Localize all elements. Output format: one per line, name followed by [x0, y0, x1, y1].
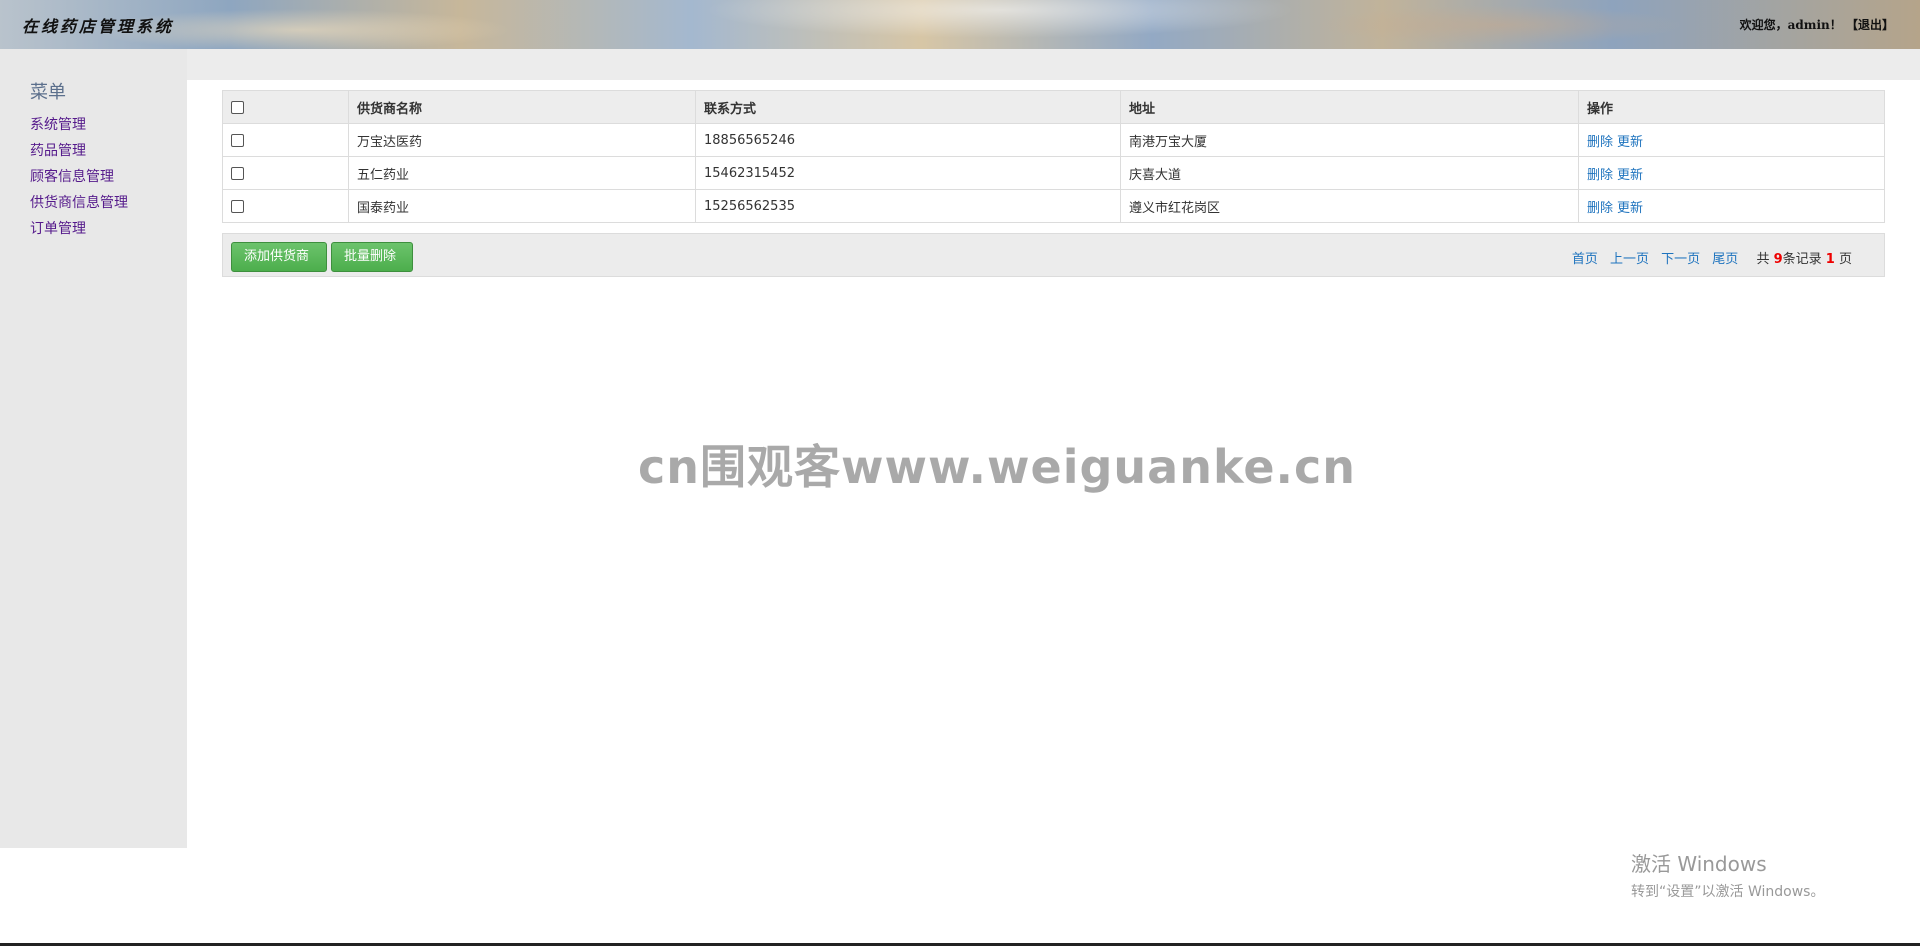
supplier-phone: 15462315452: [695, 156, 1121, 190]
header-contact: 联系方式: [695, 90, 1121, 124]
welcome-area: 欢迎您，admin！ 【退出】: [1740, 16, 1894, 33]
delete-link[interactable]: 删除: [1587, 168, 1613, 183]
supplier-phone: 15256562535: [695, 189, 1121, 223]
sidebar-item-orders[interactable]: 订单管理: [30, 219, 128, 245]
pages-suffix: 页: [1838, 252, 1852, 267]
menu-title: 菜单: [30, 82, 66, 103]
supplier-address: 庆喜大道: [1120, 156, 1579, 190]
row-select-cell: [222, 189, 349, 223]
supplier-name: 五仁药业: [348, 156, 696, 190]
supplier-name: 国泰药业: [348, 189, 696, 223]
row-checkbox[interactable]: [231, 133, 244, 147]
sidebar-item-suppliers[interactable]: 供货商信息管理: [30, 193, 128, 219]
sidebar-menu: 系统管理 药品管理 顾客信息管理 供货商信息管理 订单管理: [30, 115, 128, 245]
welcome-prefix: 欢迎您，: [1739, 18, 1788, 32]
sidebar-item-system[interactable]: 系统管理: [30, 115, 128, 141]
sidebar-item-drugs[interactable]: 药品管理: [30, 141, 128, 167]
supplier-phone: 18856565246: [695, 123, 1121, 157]
supplier-table-container: 供货商名称 联系方式 地址 操作 万宝达医药 18856565246 南港万宝大…: [222, 90, 1885, 223]
pagination: 首页 上一页 下一页 尾页 共 9条记录 1 页: [1564, 248, 1852, 267]
first-page-link[interactable]: 首页: [1572, 252, 1598, 267]
records-suffix: 条记录: [1782, 252, 1822, 267]
supplier-table: 供货商名称 联系方式 地址 操作 万宝达医药 18856565246 南港万宝大…: [222, 90, 1885, 223]
header-banner: 在线药店管理系统 欢迎您，admin！ 【退出】: [0, 0, 1920, 49]
update-link[interactable]: 更新: [1617, 135, 1643, 150]
logout-link[interactable]: 【退出】: [1846, 18, 1894, 32]
site-watermark: cn围观客www.weiguanke.cn: [638, 440, 1357, 494]
supplier-name: 万宝达医药: [348, 123, 696, 157]
supplier-address: 南港万宝大厦: [1120, 123, 1579, 157]
update-link[interactable]: 更新: [1617, 201, 1643, 216]
next-page-link[interactable]: 下一页: [1661, 252, 1700, 267]
table-row: 万宝达医药 18856565246 南港万宝大厦 删除 更新: [222, 123, 1885, 157]
header-supplier-name: 供货商名称: [348, 90, 696, 124]
row-select-cell: [222, 123, 349, 157]
table-row: 五仁药业 15462315452 庆喜大道 删除 更新: [222, 156, 1885, 190]
main-top-strip: [187, 49, 1920, 80]
activation-subtitle: 转到“设置”以激活 Windows。: [1631, 884, 1825, 900]
table-header-row: 供货商名称 联系方式 地址 操作: [222, 90, 1885, 124]
delete-link[interactable]: 删除: [1587, 201, 1613, 216]
total-pages: 1: [1825, 252, 1835, 267]
header-actions: 操作: [1578, 90, 1885, 124]
table-row: 国泰药业 15256562535 遵义市红花岗区 删除 更新: [222, 189, 1885, 223]
delete-link[interactable]: 删除: [1587, 135, 1613, 150]
activation-title: 激活 Windows: [1631, 852, 1767, 876]
username: admin: [1787, 18, 1830, 32]
row-actions: 删除 更新: [1578, 189, 1885, 223]
sidebar-item-customers[interactable]: 顾客信息管理: [30, 167, 128, 193]
header-address: 地址: [1120, 90, 1579, 124]
row-checkbox[interactable]: [231, 199, 244, 213]
app-title: 在线药店管理系统: [22, 17, 175, 36]
supplier-address: 遵义市红花岗区: [1120, 189, 1579, 223]
table-footer-bar: 添加供货商 批量删除 首页 上一页 下一页 尾页 共 9条记录 1 页: [222, 233, 1885, 277]
total-records: 9: [1773, 252, 1783, 267]
row-checkbox[interactable]: [231, 166, 244, 180]
sidebar: 菜单 系统管理 药品管理 顾客信息管理 供货商信息管理 订单管理: [0, 49, 187, 848]
select-all-checkbox[interactable]: [231, 100, 244, 114]
row-actions: 删除 更新: [1578, 123, 1885, 157]
welcome-suffix: ！: [1829, 18, 1842, 32]
update-link[interactable]: 更新: [1617, 168, 1643, 183]
last-page-link[interactable]: 尾页: [1712, 252, 1738, 267]
header-select-all-cell: [222, 90, 349, 124]
row-select-cell: [222, 156, 349, 190]
prev-page-link[interactable]: 上一页: [1610, 252, 1649, 267]
total-prefix: 共: [1756, 252, 1770, 267]
batch-delete-button[interactable]: 批量删除: [331, 242, 413, 272]
row-actions: 删除 更新: [1578, 156, 1885, 190]
windows-activation-notice: 激活 Windows 转到“设置”以激活 Windows。: [1631, 848, 1824, 901]
add-supplier-button[interactable]: 添加供货商: [231, 242, 327, 272]
